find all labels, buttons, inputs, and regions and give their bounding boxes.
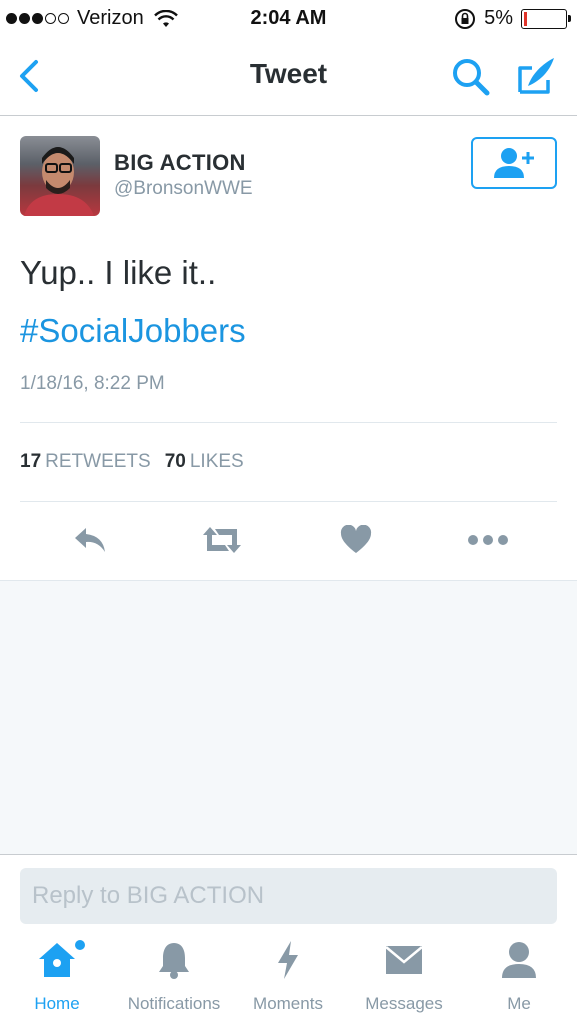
likes-count: 70	[164, 451, 186, 472]
retweet-icon	[203, 527, 241, 553]
follow-button[interactable]	[471, 137, 557, 189]
compose-icon	[518, 58, 554, 94]
more-icon	[468, 535, 508, 545]
tab-home[interactable]: Home	[27, 930, 87, 1024]
tab-label: Me	[507, 994, 531, 1013]
empty-replies-area	[0, 580, 577, 854]
display-name[interactable]: BIG ACTION	[114, 150, 246, 176]
tweet-actions	[0, 518, 577, 564]
avatar-photo	[24, 147, 94, 216]
tab-me[interactable]: Me	[492, 930, 546, 1024]
retweets-count: 17	[20, 451, 42, 472]
retweet-button[interactable]	[200, 518, 244, 562]
home-icon	[39, 943, 75, 977]
tweet-stats: 17 RETWEETS 70 LIKES	[20, 451, 244, 473]
add-user-icon	[494, 148, 534, 178]
navigation-bar: Tweet	[0, 38, 577, 116]
tab-label: Notifications	[127, 994, 221, 1013]
envelope-icon	[385, 946, 423, 974]
reply-bar	[0, 854, 577, 930]
search-icon	[453, 59, 490, 96]
battery-icon	[521, 8, 571, 29]
reply-icon	[75, 528, 105, 552]
battery-percent: 5%	[484, 7, 513, 29]
tab-messages[interactable]: Messages	[358, 930, 450, 1024]
retweets-stat[interactable]: 17 RETWEETS	[20, 451, 151, 473]
divider	[20, 501, 557, 502]
tab-bar: Home Notifications Moments Messages Me	[0, 930, 577, 1024]
tab-moments[interactable]: Moments	[246, 930, 330, 1024]
new-content-indicator	[75, 940, 85, 950]
reply-button[interactable]	[68, 518, 112, 562]
tweet-timestamp: 1/18/16, 8:22 PM	[20, 373, 165, 394]
user-handle[interactable]: @BronsonWWE	[114, 178, 253, 200]
tab-label: Home	[34, 994, 80, 1013]
compose-button[interactable]	[514, 54, 558, 98]
reply-input[interactable]	[20, 868, 557, 924]
bell-icon	[159, 943, 189, 979]
lightning-icon	[278, 941, 298, 979]
rotation-lock-icon	[455, 8, 476, 29]
likes-label: LIKES	[189, 451, 244, 472]
hashtag-link[interactable]: #SocialJobbers	[20, 312, 246, 350]
like-icon	[340, 525, 372, 553]
avatar[interactable]	[20, 136, 100, 216]
tab-notifications[interactable]: Notifications	[116, 930, 232, 1024]
status-bar: Verizon 2:04 AM 5%	[0, 0, 577, 38]
search-button[interactable]	[450, 56, 492, 98]
tab-label: Moments	[253, 994, 323, 1013]
retweets-label: RETWEETS	[45, 451, 151, 472]
more-button[interactable]	[466, 518, 510, 562]
like-button[interactable]	[334, 518, 378, 562]
status-right: 5%	[454, 7, 571, 30]
likes-stat[interactable]: 70 LIKES	[165, 451, 244, 473]
tweet-text: Yup.. I like it..	[20, 254, 217, 291]
divider	[20, 422, 557, 423]
person-icon	[502, 942, 536, 978]
tab-label: Messages	[365, 994, 443, 1013]
